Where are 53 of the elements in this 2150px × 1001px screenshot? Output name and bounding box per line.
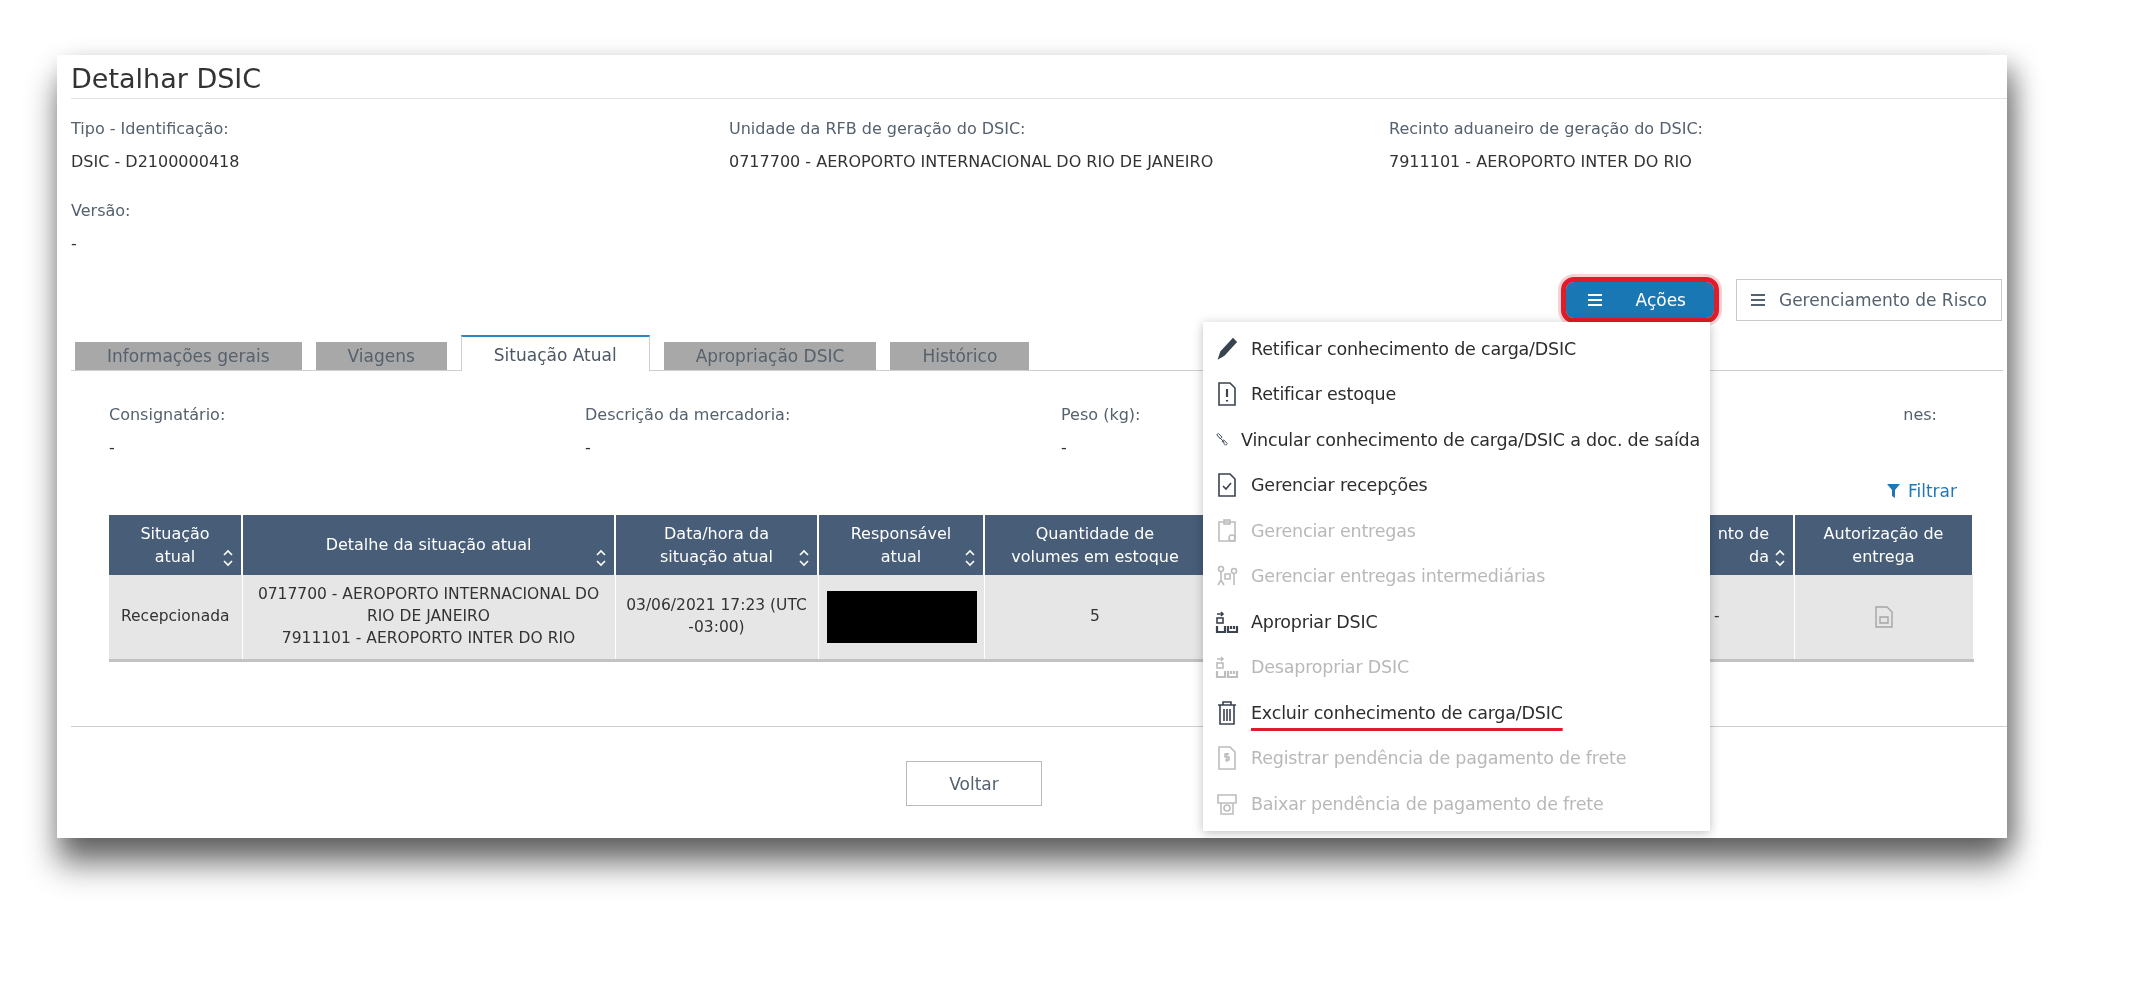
field-label: Consignatário: [109, 405, 226, 424]
field-value: 0717700 - AEROPORTO INTERNACIONAL DO RIO DE JANEIRO [729, 152, 1214, 171]
field-value: 7911101 - AEROPORTO INTER DO RIO [1389, 152, 1692, 171]
page-title: Detalhar DSIC [71, 63, 2007, 99]
tab[interactable]: Situação Atual [460, 335, 650, 371]
clipboard-icon [1215, 517, 1239, 544]
field-value: - [585, 438, 591, 457]
field-label: nes: [1903, 405, 1937, 424]
table-cell: 5 [984, 575, 1206, 661]
menu-item[interactable]: Excluir conhecimento de carga/DSIC [1203, 690, 1710, 736]
menu-icon [1750, 294, 1765, 306]
column-header[interactable]: Detalhe da situação atual [242, 515, 615, 575]
menu-item[interactable]: Gerenciar recepções [1203, 462, 1710, 508]
document-check-icon [1215, 472, 1239, 499]
menu-icon [1587, 294, 1602, 306]
sort-icon [1775, 549, 1785, 567]
field-label: Versão: [71, 201, 131, 220]
filter-icon [1886, 484, 1900, 498]
document-icon[interactable] [1873, 605, 1894, 629]
menu-item[interactable]: Vincular conhecimento de carga/DSIC a doc. de saída [1203, 417, 1710, 463]
field-value: DSIC - D2100000418 [71, 152, 240, 171]
table-cell: 0717700 - AEROPORTO INTERNACIONAL DO RIO DE JANEIRO 7911101 - AEROPORTO INTER DO RIO [242, 575, 615, 661]
menu-item[interactable]: Retificar conhecimento de carga/DSIC [1203, 326, 1710, 372]
field-value: - [1061, 438, 1067, 457]
document-dollar-icon [1215, 745, 1239, 772]
sort-icon [596, 549, 606, 567]
column-header[interactable]: Data/hora da situação atual [615, 515, 818, 575]
menu-item[interactable]: Apropriar DSIC [1203, 599, 1710, 645]
risk-management-button[interactable]: Gerenciamento de Risco [1735, 279, 2002, 321]
column-header[interactable]: Autorização de entrega [1794, 515, 1973, 575]
column-header[interactable]: Quantidade de volumes em estoque [984, 515, 1206, 575]
column-header[interactable]: Responsável atual [818, 515, 984, 575]
sort-icon [965, 549, 975, 567]
field-label: Peso (kg): [1061, 405, 1141, 424]
filter-link[interactable]: Filtrar [1886, 481, 1957, 501]
sort-icon [799, 549, 809, 567]
table-cell: 03/06/2021 17:23 (UTC -03:00) [615, 575, 818, 661]
pencil-icon [1215, 335, 1239, 362]
field-value: - [71, 234, 77, 253]
document-exclamation-icon [1215, 381, 1239, 408]
column-header[interactable]: Situação atual [109, 515, 242, 575]
boxes-arrow-icon [1215, 608, 1239, 635]
back-button[interactable]: Voltar [906, 761, 1042, 806]
field-label: Tipo - Identificação: [71, 119, 229, 138]
field-label: Unidade da RFB de geração do DSIC: [729, 119, 1026, 138]
field-value: - [109, 438, 115, 457]
table-cell: Recepcionada [109, 575, 242, 661]
menu-item[interactable]: Retificar estoque [1203, 371, 1710, 417]
sort-icon [223, 549, 233, 567]
field-label: Descrição da mercadoria: [585, 405, 791, 424]
trash-icon [1215, 699, 1239, 726]
field-label: Recinto aduaneiro de geração do DSIC: [1389, 119, 1703, 138]
boxes-arrow-icon [1215, 654, 1239, 681]
